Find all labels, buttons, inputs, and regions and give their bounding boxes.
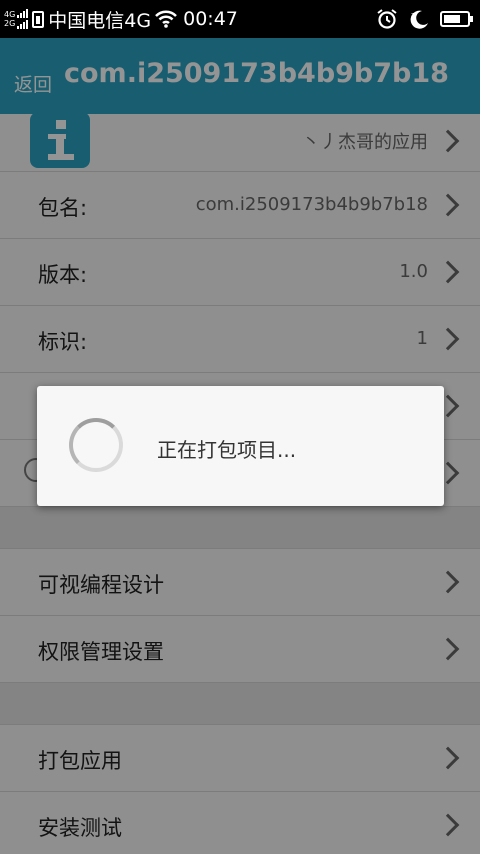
network-type-tag: 4G 2G	[4, 10, 15, 28]
signal-icon	[17, 9, 29, 29]
network-tag-bottom: 2G	[4, 19, 16, 28]
clock: 00:47	[183, 8, 238, 30]
night-mode-icon: z	[410, 10, 428, 29]
progress-dialog: 正在打包项目...	[37, 386, 444, 506]
wifi-icon	[155, 10, 178, 28]
battery-icon	[440, 11, 473, 27]
status-bar: 4G 2G 中国电信4G 00:47 z	[0, 0, 480, 38]
carrier-label: 中国电信4G	[48, 9, 152, 32]
network-tag-top: 4G	[4, 10, 16, 19]
svg-text:z: z	[411, 11, 415, 19]
sim-icon	[32, 10, 45, 28]
loading-spinner-icon	[69, 418, 123, 472]
screen: 4G 2G 中国电信4G 00:47 z 返回 com.i2509173b4b9…	[0, 0, 480, 854]
progress-message: 正在打包项目...	[157, 438, 297, 462]
alarm-icon	[377, 9, 397, 29]
